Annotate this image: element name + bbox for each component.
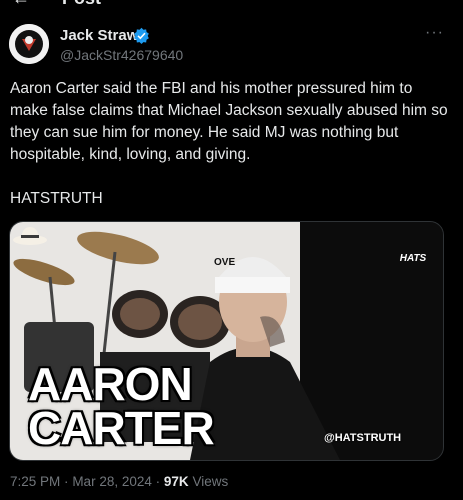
meta-separator: ·	[64, 474, 69, 489]
meta-separator: ·	[155, 474, 161, 489]
back-arrow-icon[interactable]: ←	[12, 0, 30, 9]
page-title: Post	[62, 0, 101, 9]
post-time[interactable]: 7:25 PM	[10, 474, 60, 489]
top-bar: ← Post	[0, 0, 463, 10]
media-title: AARON CARTER	[28, 358, 215, 454]
views-label: Views	[192, 474, 229, 489]
media-title-line1: AARON	[28, 358, 193, 410]
post-meta: 7:25 PM · Mar 28, 2024 · 97K Views	[10, 474, 228, 489]
more-options-icon[interactable]: ···	[425, 24, 444, 42]
author-handle[interactable]: @JackStr42679640	[60, 47, 183, 63]
avatar-image	[9, 24, 49, 64]
verified-badge-icon	[134, 27, 149, 44]
beanie-text: OVE	[214, 257, 236, 268]
hats-logo-label: HATS	[399, 253, 427, 264]
post-date[interactable]: Mar 28, 2024	[72, 474, 152, 489]
views-count: 97K	[163, 474, 189, 489]
media-watermark: @HATSTRUTH	[324, 432, 402, 444]
hat-logo-icon	[13, 227, 47, 245]
author-name[interactable]: Jack Straw	[60, 27, 138, 44]
tweet-text: Aaron Carter said the FBI and his mother…	[10, 80, 448, 207]
media-title-line2: CARTER	[28, 402, 215, 454]
avatar[interactable]	[9, 24, 49, 64]
media-image[interactable]: OVE HATS AARON CARTER @HATSTRUTH	[9, 221, 444, 461]
